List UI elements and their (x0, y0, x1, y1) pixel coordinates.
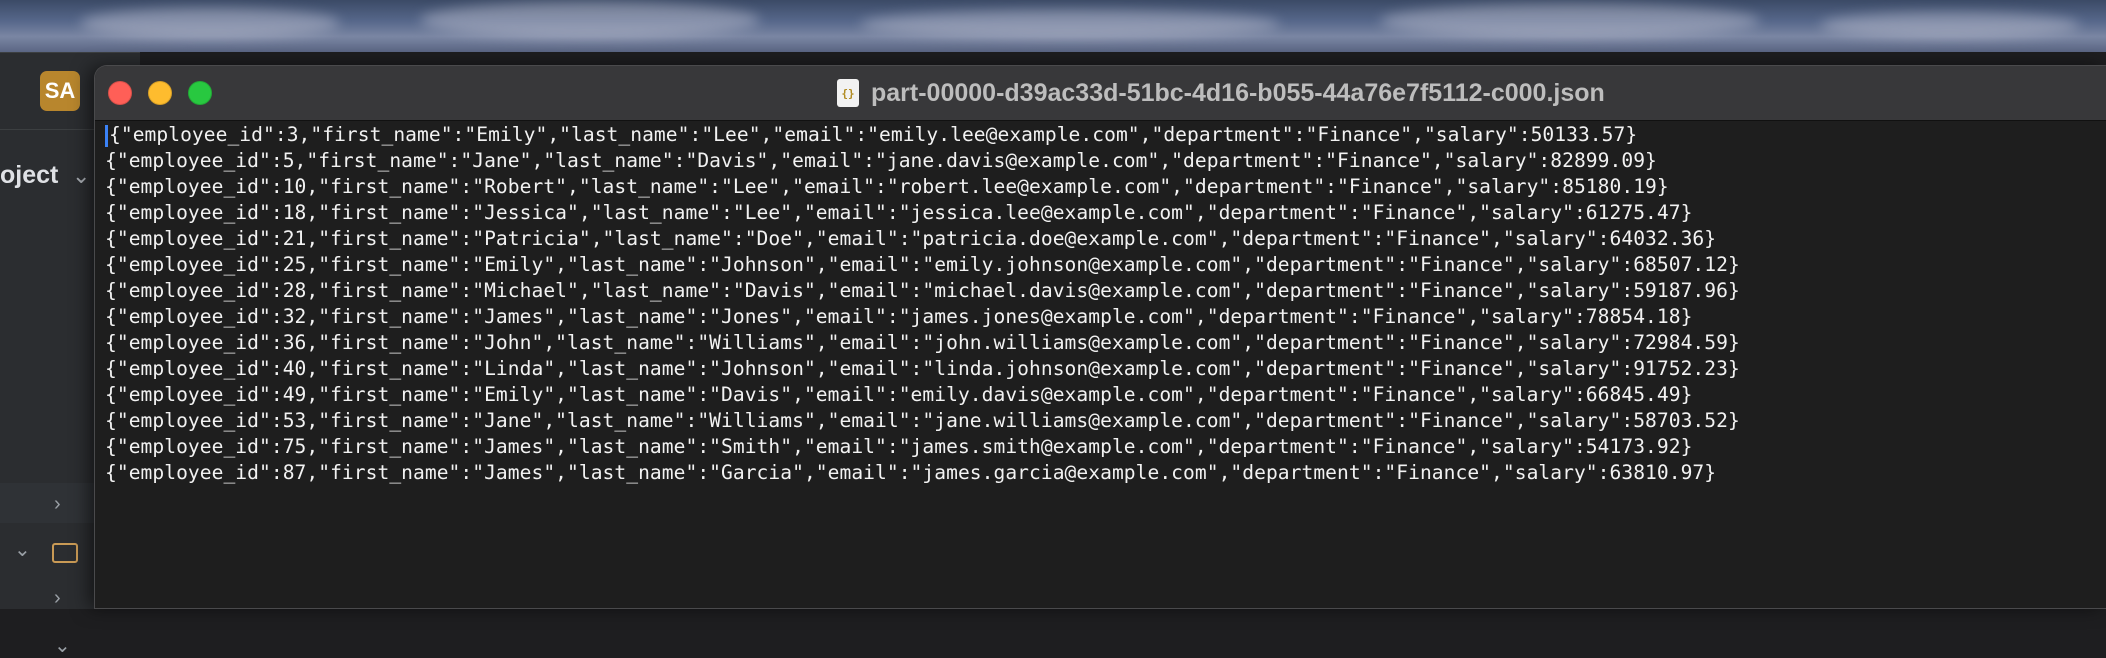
chevron-down-icon[interactable]: ⌄ (14, 537, 31, 562)
json-line[interactable]: {"employee_id":21,"first_name":"Patricia… (105, 226, 2100, 252)
json-line[interactable]: {"employee_id":49,"first_name":"Emily","… (105, 382, 2100, 408)
text-cursor (105, 124, 108, 147)
folder-icon (52, 543, 78, 563)
json-line[interactable]: {"employee_id":32,"first_name":"James","… (105, 304, 2100, 330)
json-line-text: {"employee_id":49,"first_name":"Emily","… (105, 383, 1693, 406)
json-line[interactable]: {"employee_id":40,"first_name":"Linda","… (105, 356, 2100, 382)
json-line[interactable]: {"employee_id":5,"first_name":"Jane","la… (105, 148, 2100, 174)
zoom-window-button[interactable] (188, 81, 212, 105)
json-line-text: {"employee_id":21,"first_name":"Patricia… (105, 227, 1717, 250)
file-content[interactable]: {"employee_id":3,"first_name":"Emily","l… (105, 122, 2100, 602)
project-view-label[interactable]: oject (0, 161, 58, 190)
chevron-right-icon[interactable]: › (54, 493, 61, 516)
json-line-text: {"employee_id":87,"first_name":"James","… (105, 461, 1717, 484)
window-titlebar[interactable]: {} part-00000-d39ac33d-51bc-4d16-b055-44… (95, 66, 2106, 121)
json-line-text: {"employee_id":25,"first_name":"Emily","… (105, 253, 1740, 276)
json-viewer-window: {} part-00000-d39ac33d-51bc-4d16-b055-44… (95, 66, 2106, 608)
json-line[interactable]: {"employee_id":3,"first_name":"Emily","l… (105, 122, 2100, 148)
json-line[interactable]: {"employee_id":25,"first_name":"Emily","… (105, 252, 2100, 278)
chevron-down-icon[interactable]: ⌄ (54, 633, 71, 658)
json-line[interactable]: {"employee_id":18,"first_name":"Jessica"… (105, 200, 2100, 226)
desktop-wallpaper (0, 0, 2106, 52)
json-line-text: {"employee_id":18,"first_name":"Jessica"… (105, 201, 1693, 224)
json-line-text: {"employee_id":40,"first_name":"Linda","… (105, 357, 1740, 380)
project-avatar[interactable]: SA (40, 71, 80, 111)
json-line-text: {"employee_id":10,"first_name":"Robert",… (105, 175, 1669, 198)
json-line-text: {"employee_id":3,"first_name":"Emily","l… (109, 123, 1638, 146)
window-title-group: {} part-00000-d39ac33d-51bc-4d16-b055-44… (837, 77, 1605, 109)
json-line[interactable]: {"employee_id":53,"first_name":"Jane","l… (105, 408, 2100, 434)
chevron-down-icon[interactable]: ⌄ (72, 163, 90, 189)
json-line[interactable]: {"employee_id":10,"first_name":"Robert",… (105, 174, 2100, 200)
json-line[interactable]: {"employee_id":75,"first_name":"James","… (105, 434, 2100, 460)
json-line-text: {"employee_id":75,"first_name":"James","… (105, 435, 1693, 458)
chevron-right-icon[interactable]: › (54, 587, 61, 610)
json-line-text: {"employee_id":28,"first_name":"Michael"… (105, 279, 1740, 302)
json-line[interactable]: {"employee_id":28,"first_name":"Michael"… (105, 278, 2100, 304)
window-title: part-00000-d39ac33d-51bc-4d16-b055-44a76… (871, 78, 1605, 107)
json-line-text: {"employee_id":53,"first_name":"Jane","l… (105, 409, 1740, 432)
json-line-text: {"employee_id":36,"first_name":"John","l… (105, 331, 1740, 354)
json-line-text: {"employee_id":32,"first_name":"James","… (105, 305, 1693, 328)
json-line[interactable]: {"employee_id":36,"first_name":"John","l… (105, 330, 2100, 356)
json-line-text: {"employee_id":5,"first_name":"Jane","la… (105, 149, 1657, 172)
close-window-button[interactable] (108, 81, 132, 105)
minimize-window-button[interactable] (148, 81, 172, 105)
json-line[interactable]: {"employee_id":87,"first_name":"James","… (105, 460, 2100, 486)
json-file-icon: {} (837, 79, 859, 107)
